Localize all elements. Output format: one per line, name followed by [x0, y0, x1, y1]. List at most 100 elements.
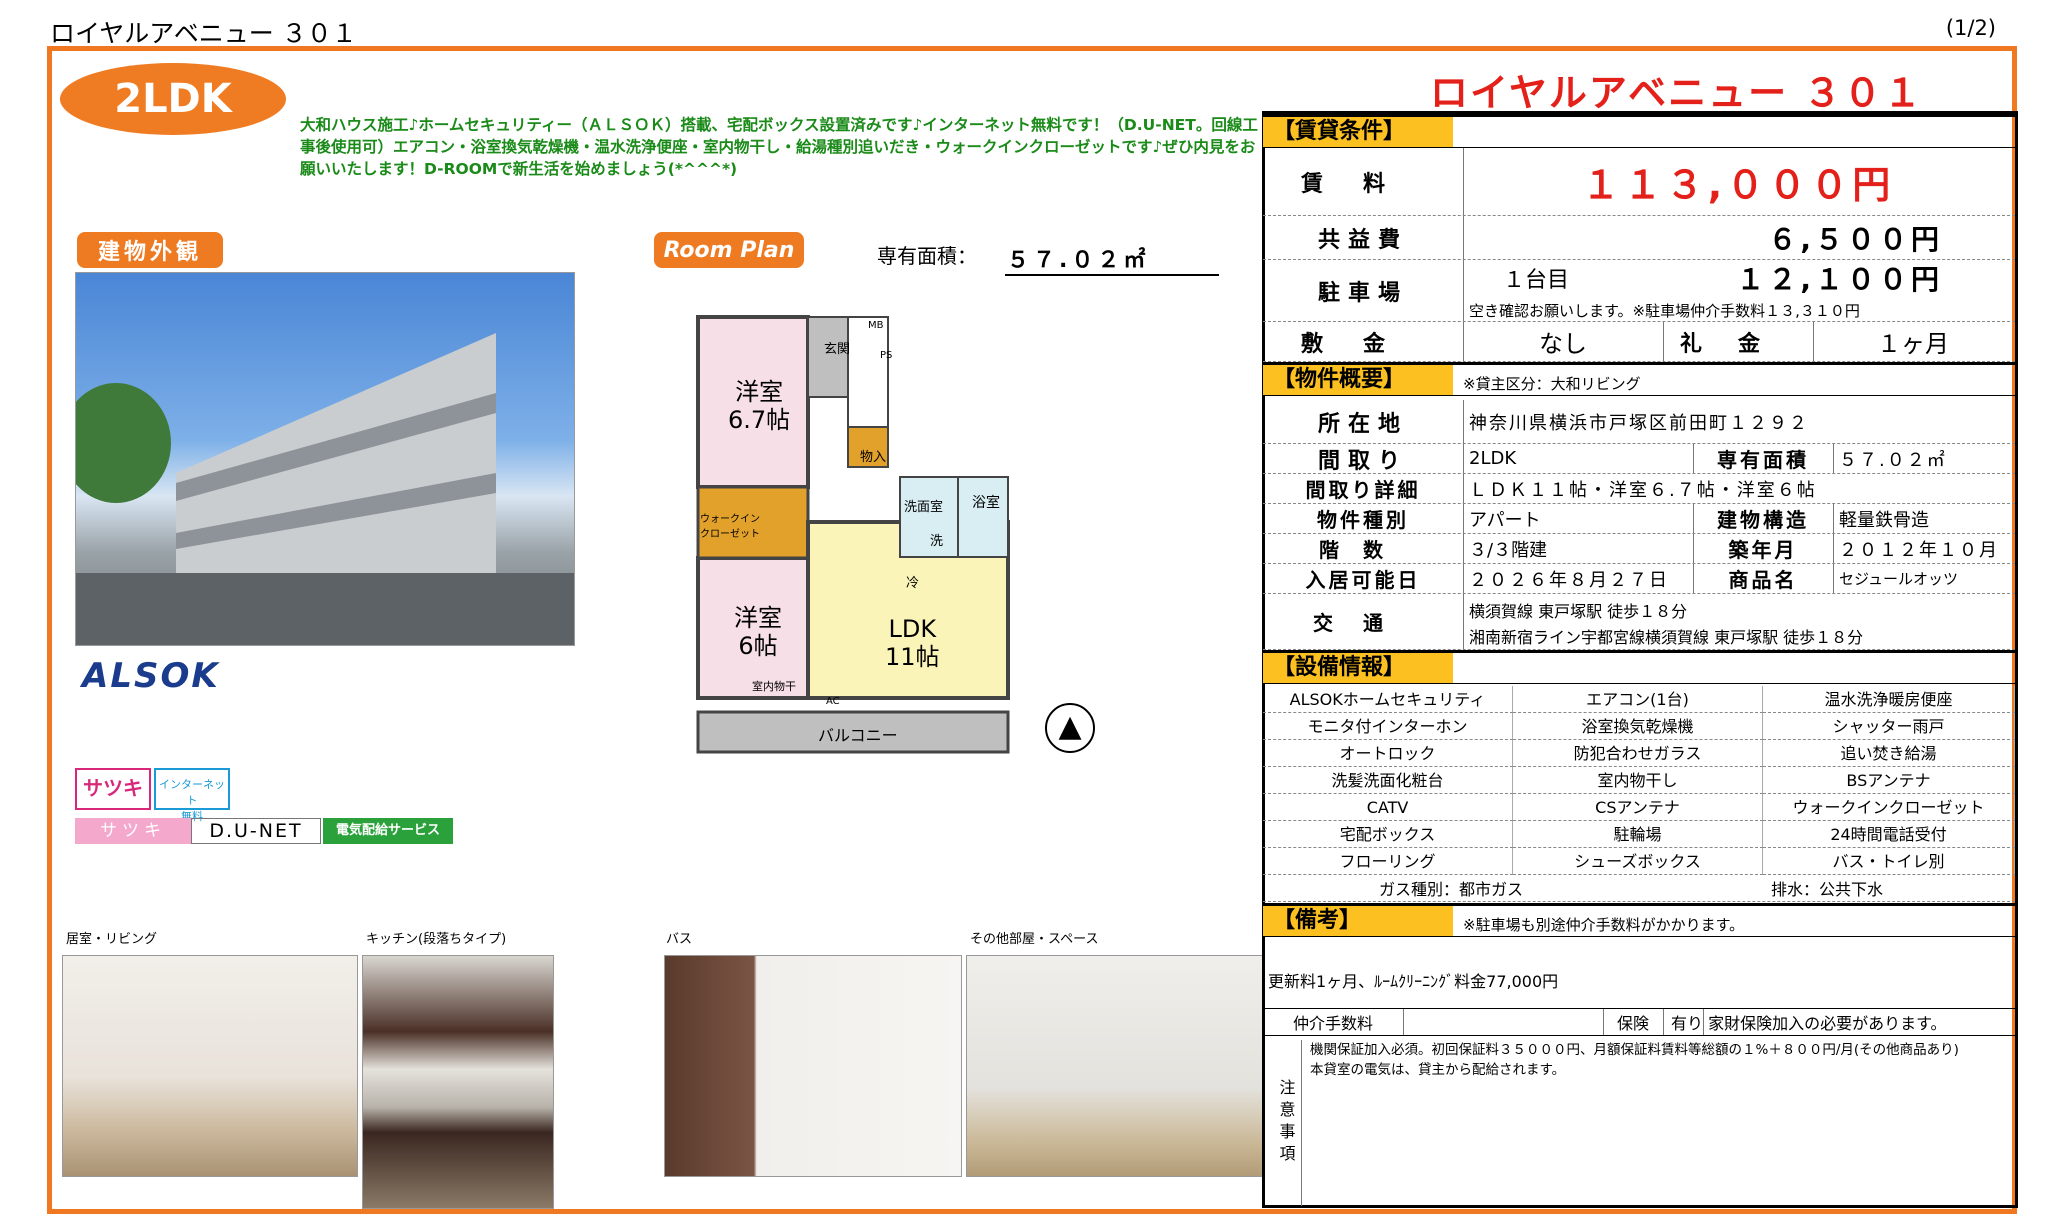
room-plan-tag: Room Plan	[654, 232, 804, 268]
key-money-label: 礼金	[1679, 331, 1796, 357]
layout-detail-row: 間取り詳細 ＬＤＫ１１帖・洋室６.７帖・洋室６帖	[1263, 474, 2015, 504]
ps-label: PS	[880, 350, 893, 361]
layout-detail-label: 間取り詳細	[1305, 478, 1421, 502]
insurance-label: 保険	[1616, 1014, 1649, 1033]
address-value: 神奈川県横浜市戸塚区前田町１２９２	[1469, 412, 1809, 434]
deposit-value: なし	[1539, 330, 1587, 358]
bath-photo	[664, 955, 962, 1177]
key-money-value: １ヶ月	[1877, 330, 1949, 358]
area-detail-value: ５７.０２㎡	[1839, 449, 1947, 471]
room2-label: 洋室 6帖	[734, 604, 782, 660]
floor-value: ３/３階建	[1469, 539, 1548, 561]
layout-value: 2LDK	[1469, 448, 1517, 469]
traffic-label: 交通	[1313, 611, 1413, 635]
equipment-item: CSアンテナ	[1513, 794, 1763, 821]
internet-free-logo: インターネット 無料	[154, 768, 230, 823]
satsuki-logo: サツキ	[75, 768, 151, 810]
room-type-badge: 2LDK	[60, 63, 286, 135]
building-illustration	[76, 333, 574, 645]
equipment-section: 【設備情報】	[1263, 650, 2015, 684]
caution-label: 注意事項	[1270, 1040, 1302, 1206]
common-fee-row: 共益費 ６,５００円	[1263, 216, 2015, 260]
gas-type: ガス種別：都市ガス	[1378, 880, 1523, 899]
traffic-line-1: 横須賀線 東戸塚駅 徒歩１８分	[1469, 602, 1688, 621]
entrance-label: 玄関	[824, 342, 851, 357]
bath-label: 浴室	[972, 495, 1000, 511]
built-value: ２０１２年１０月	[1839, 539, 1999, 561]
equipment-item: シューズボックス	[1513, 848, 1763, 875]
satsuki-banner: サツキ	[75, 818, 191, 844]
north-arrow-icon: ▲	[1045, 703, 1095, 753]
room1-label: 洋室 6.7帖	[728, 378, 791, 434]
caution-text: 機関保証加入必須。初回保証料３５０００円、月額保証料賃料等総額の１%＋８００円/…	[1310, 1042, 1959, 1078]
balcony-label: バルコニー	[818, 726, 898, 745]
gas-row: ガス種別：都市ガス 排水：公共下水	[1263, 875, 2015, 902]
closet-label: ウォークイン クローゼット	[700, 514, 760, 540]
equipment-item: 室内物干し	[1513, 767, 1763, 794]
floor-label: 階数	[1319, 538, 1407, 562]
equipment-item: 防犯合わせガラス	[1513, 740, 1763, 767]
structure-label: 建物構造	[1717, 508, 1809, 532]
photo-caption-4: その他部屋・スペース	[970, 932, 1099, 947]
floor-row: 階数 ３/３階建 築年月 ２０１２年１０月	[1263, 534, 2015, 564]
dryer-label: 室内物干	[752, 680, 796, 693]
parking-value: １２,１００円	[1736, 263, 1943, 296]
kind-label: 物件種別	[1317, 508, 1409, 532]
remarks-section-title: 【備考】	[1263, 906, 1453, 936]
equipment-item: 洗髪洗面化粧台	[1263, 767, 1513, 794]
exterior-tag: 建物外観	[77, 232, 223, 268]
ac-label: AC	[826, 696, 840, 707]
drain-type: 排水：公共下水	[1770, 880, 1883, 899]
parking-row: 駐車場 １台目 １２,１００円 空き確認お願いします。※駐車場仲介手数料１３,３…	[1263, 260, 2015, 322]
rent-label: 賃料	[1300, 171, 1425, 197]
kind-row: 物件種別 アパート 建物構造 軽量鉄骨造	[1263, 504, 2015, 534]
parking-note: 空き確認お願いします。※駐車場仲介手数料１３,３１０円	[1469, 302, 1860, 320]
equipment-item: BSアンテナ	[1763, 767, 2015, 794]
equipment-grid: ALSOKホームセキュリティ エアコン(1台) 温水洗浄暖房便座 モニタ付インターホン…	[1263, 686, 2015, 875]
movein-value: ２０２６年８月２７日	[1469, 569, 1669, 591]
equipment-item: 追い焚き給湯	[1763, 740, 2015, 767]
parking-label: 駐車場	[1317, 280, 1408, 306]
address-label: 所在地	[1317, 411, 1408, 437]
equipment-item: 宅配ボックス	[1263, 821, 1513, 848]
dunet-banner: D.U-NET	[191, 818, 321, 844]
denki-banner: 電気配給サービス	[323, 818, 453, 844]
layout-detail-value: ＬＤＫ１１帖・洋室６.７帖・洋室６帖	[1469, 479, 1817, 501]
mb-label: MB	[868, 320, 884, 331]
remarks-note: ※駐車場も別途仲介手数料がかかります。	[1463, 916, 1745, 934]
kitchen-photo	[362, 955, 554, 1209]
ldk-label: LDK 11帖	[885, 615, 940, 671]
page-number: (1/2)	[1945, 16, 1996, 40]
living-photo	[62, 955, 358, 1177]
fee-label: 仲介手数料	[1292, 1014, 1373, 1033]
remarks-section: 【備考】 ※駐車場も別途仲介手数料がかかります。	[1263, 903, 2015, 937]
traffic-row: 交通 横須賀線 東戸塚駅 徒歩１８分 湘南新宿ライン宇都宮線横須賀線 東戸塚駅 …	[1263, 594, 2015, 650]
equipment-item: 24時間電話受付	[1763, 821, 2015, 848]
deposit-label: 敷金	[1300, 331, 1425, 357]
parking-count: １台目	[1502, 268, 1569, 293]
product-value: セジュールオッツ	[1839, 570, 1958, 588]
equipment-item: ALSOKホームセキュリティ	[1263, 686, 1513, 713]
movein-row: 入居可能日 ２０２６年８月２７日 商品名 セジュールオッツ	[1263, 564, 2015, 594]
alsok-logo: ALSOK	[82, 656, 220, 696]
rent-value: １１３,０００円	[1581, 163, 1895, 207]
equipment-item: オートロック	[1263, 740, 1513, 767]
layout-row: 間取り 2LDK 専有面積 ５７.０２㎡	[1263, 444, 2015, 474]
rent-section: 【賃貸条件】	[1263, 114, 2015, 148]
deposit-row: 敷金 なし 礼金 １ヶ月	[1263, 322, 2015, 362]
photo-caption-2: キッチン(段落ちタイプ)	[366, 932, 507, 947]
catch-copy: 大和ハウス施工♪ホームセキュリティー（ＡＬＳＯＫ）搭載、宅配ボックス設置済みです…	[300, 116, 1258, 178]
area-detail-label: 専有面積	[1717, 448, 1809, 472]
equipment-item: CATV	[1263, 794, 1513, 821]
page-title: ロイヤルアベニュー ３０１	[50, 19, 357, 48]
overview-section: 【物件概要】 ※貸主区分：大和リビング	[1263, 362, 2015, 396]
photo-caption-1: 居室・リビング	[66, 932, 158, 947]
storage-label: 物入	[860, 450, 887, 465]
layout-label: 間取り	[1317, 448, 1408, 474]
traffic-line-2: 湘南新宿ライン宇都宮線横須賀線 東戸塚駅 徒歩１８分	[1469, 628, 1864, 647]
area-value: ５７.０２㎡	[1005, 242, 1219, 276]
overview-section-title: 【物件概要】	[1263, 365, 1453, 395]
equipment-item: エアコン(1台)	[1513, 686, 1763, 713]
product-label: 商品名	[1728, 568, 1798, 592]
other-room-photo	[966, 955, 1264, 1177]
